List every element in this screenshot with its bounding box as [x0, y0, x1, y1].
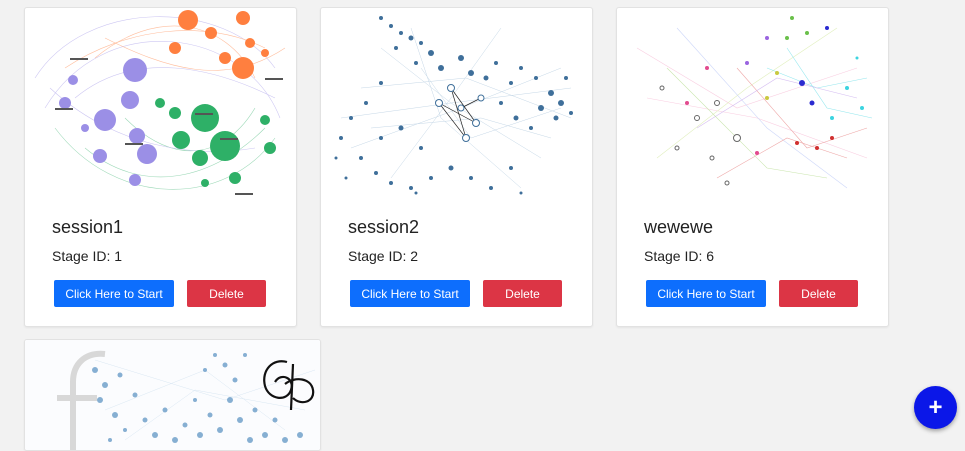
stage-id-label: Stage ID:: [644, 248, 703, 264]
delete-button[interactable]: Delete: [483, 280, 562, 307]
session-title: session1: [52, 217, 124, 237]
stage-id: Stage ID: 1: [52, 248, 122, 264]
delete-button[interactable]: Delete: [187, 280, 266, 307]
network-graph-thumbnail: [617, 8, 888, 205]
session-card: [24, 339, 321, 451]
session-card: session2 Stage ID: 2 Click Here to Start…: [320, 7, 593, 327]
stage-id-value: 2: [410, 248, 419, 264]
delete-button[interactable]: Delete: [779, 280, 858, 307]
stage-id: Stage ID: 6: [644, 248, 714, 264]
plus-icon: +: [928, 393, 943, 421]
network-graph-thumbnail: [25, 340, 320, 450]
start-button[interactable]: Click Here to Start: [350, 280, 470, 307]
stage-id-value: 1: [114, 248, 123, 264]
session-card: session1 Stage ID: 1 Click Here to Start…: [24, 7, 297, 327]
start-button[interactable]: Click Here to Start: [54, 280, 174, 307]
session-title: wewewe: [644, 217, 714, 237]
network-graph-thumbnail: [321, 8, 592, 205]
start-button[interactable]: Click Here to Start: [646, 280, 766, 307]
stage-id-label: Stage ID:: [348, 248, 407, 264]
stage-id-value: 6: [706, 248, 715, 264]
add-session-button[interactable]: +: [914, 386, 957, 429]
network-graph-thumbnail: [25, 8, 296, 205]
stage-id: Stage ID: 2: [348, 248, 418, 264]
session-card: wewewe Stage ID: 6 Click Here to Start D…: [616, 7, 889, 327]
session-title: session2: [348, 217, 420, 237]
stage-id-label: Stage ID:: [52, 248, 111, 264]
